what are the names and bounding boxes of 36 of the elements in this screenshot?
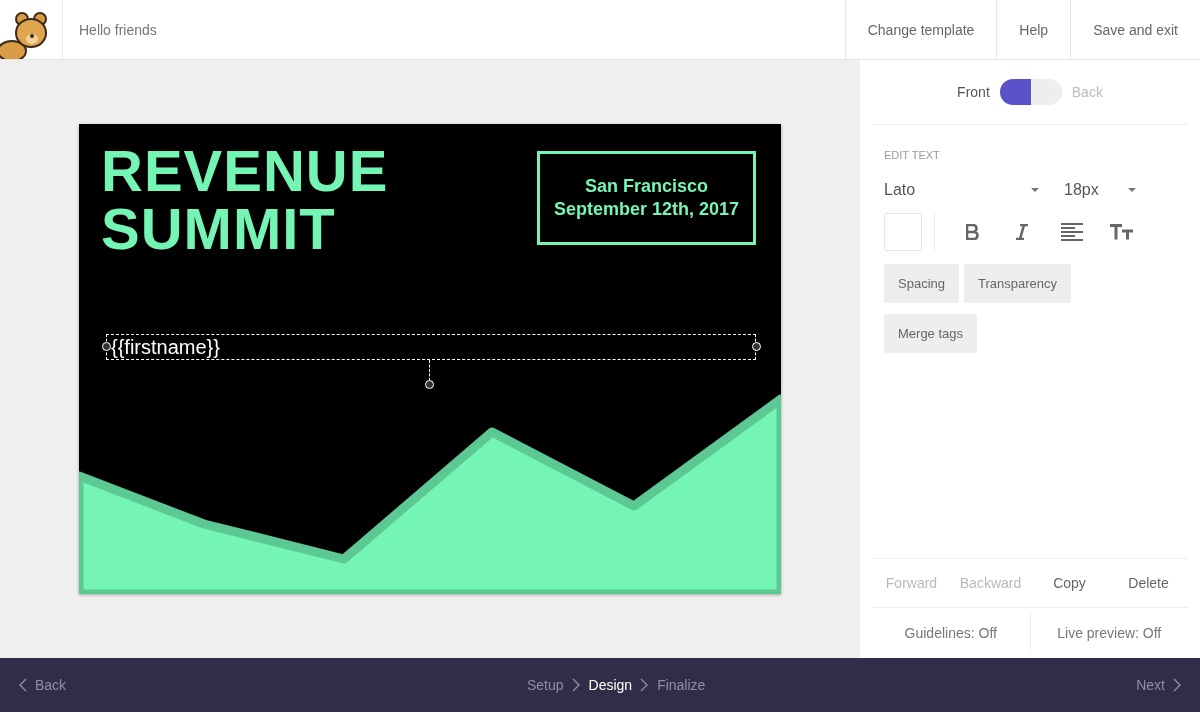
option-button[interactable]: Transparency (964, 264, 1071, 303)
caret-icon (1128, 188, 1136, 192)
setting-toggle-button[interactable]: Live preview: Off (1029, 613, 1188, 653)
chevron-right-icon (640, 678, 650, 692)
caret-icon (1031, 188, 1039, 192)
side-label[interactable]: Front (957, 84, 990, 100)
greeting-text: Hello friends (79, 21, 157, 38)
setting-toggle-button[interactable]: Guidelines: Off (872, 613, 1030, 653)
chevron-left-icon (18, 678, 27, 692)
back-link[interactable]: Back (18, 677, 67, 693)
color-swatch[interactable] (884, 213, 922, 251)
size-dropdown[interactable]: 18px (1064, 181, 1136, 199)
italic-icon (1015, 224, 1029, 240)
card-title: REVENUE SUMMIT (101, 142, 389, 258)
chevron-right-icon (571, 678, 581, 692)
align-left-icon (1061, 223, 1083, 241)
option-button[interactable]: Spacing (884, 264, 959, 303)
resize-handle[interactable] (102, 342, 111, 351)
font-dropdown[interactable]: Lato (884, 181, 1039, 199)
resize-handle[interactable] (752, 342, 761, 351)
wizard-step[interactable]: Design (588, 677, 633, 693)
wizard-step[interactable]: Finalize (657, 677, 706, 693)
bold-icon (965, 224, 979, 240)
text-size-icon (1110, 224, 1134, 240)
chevron-right-icon (1173, 678, 1182, 692)
wizard-step[interactable]: Setup (526, 677, 564, 693)
event-location: San Francisco (584, 175, 708, 198)
next-link[interactable]: Next (1136, 677, 1182, 693)
merge-field-text[interactable]: {{firstname}} (106, 334, 756, 360)
toggle-segment[interactable] (999, 79, 1031, 105)
action-button[interactable]: Delete (1109, 574, 1188, 592)
rotate-handle[interactable] (425, 380, 434, 389)
action-button[interactable]: Copy (1030, 574, 1109, 592)
option-button[interactable]: Merge tags (884, 314, 978, 353)
section-heading: EDIT TEXT (884, 149, 941, 161)
event-date: September 12th, 2017 (553, 198, 740, 221)
